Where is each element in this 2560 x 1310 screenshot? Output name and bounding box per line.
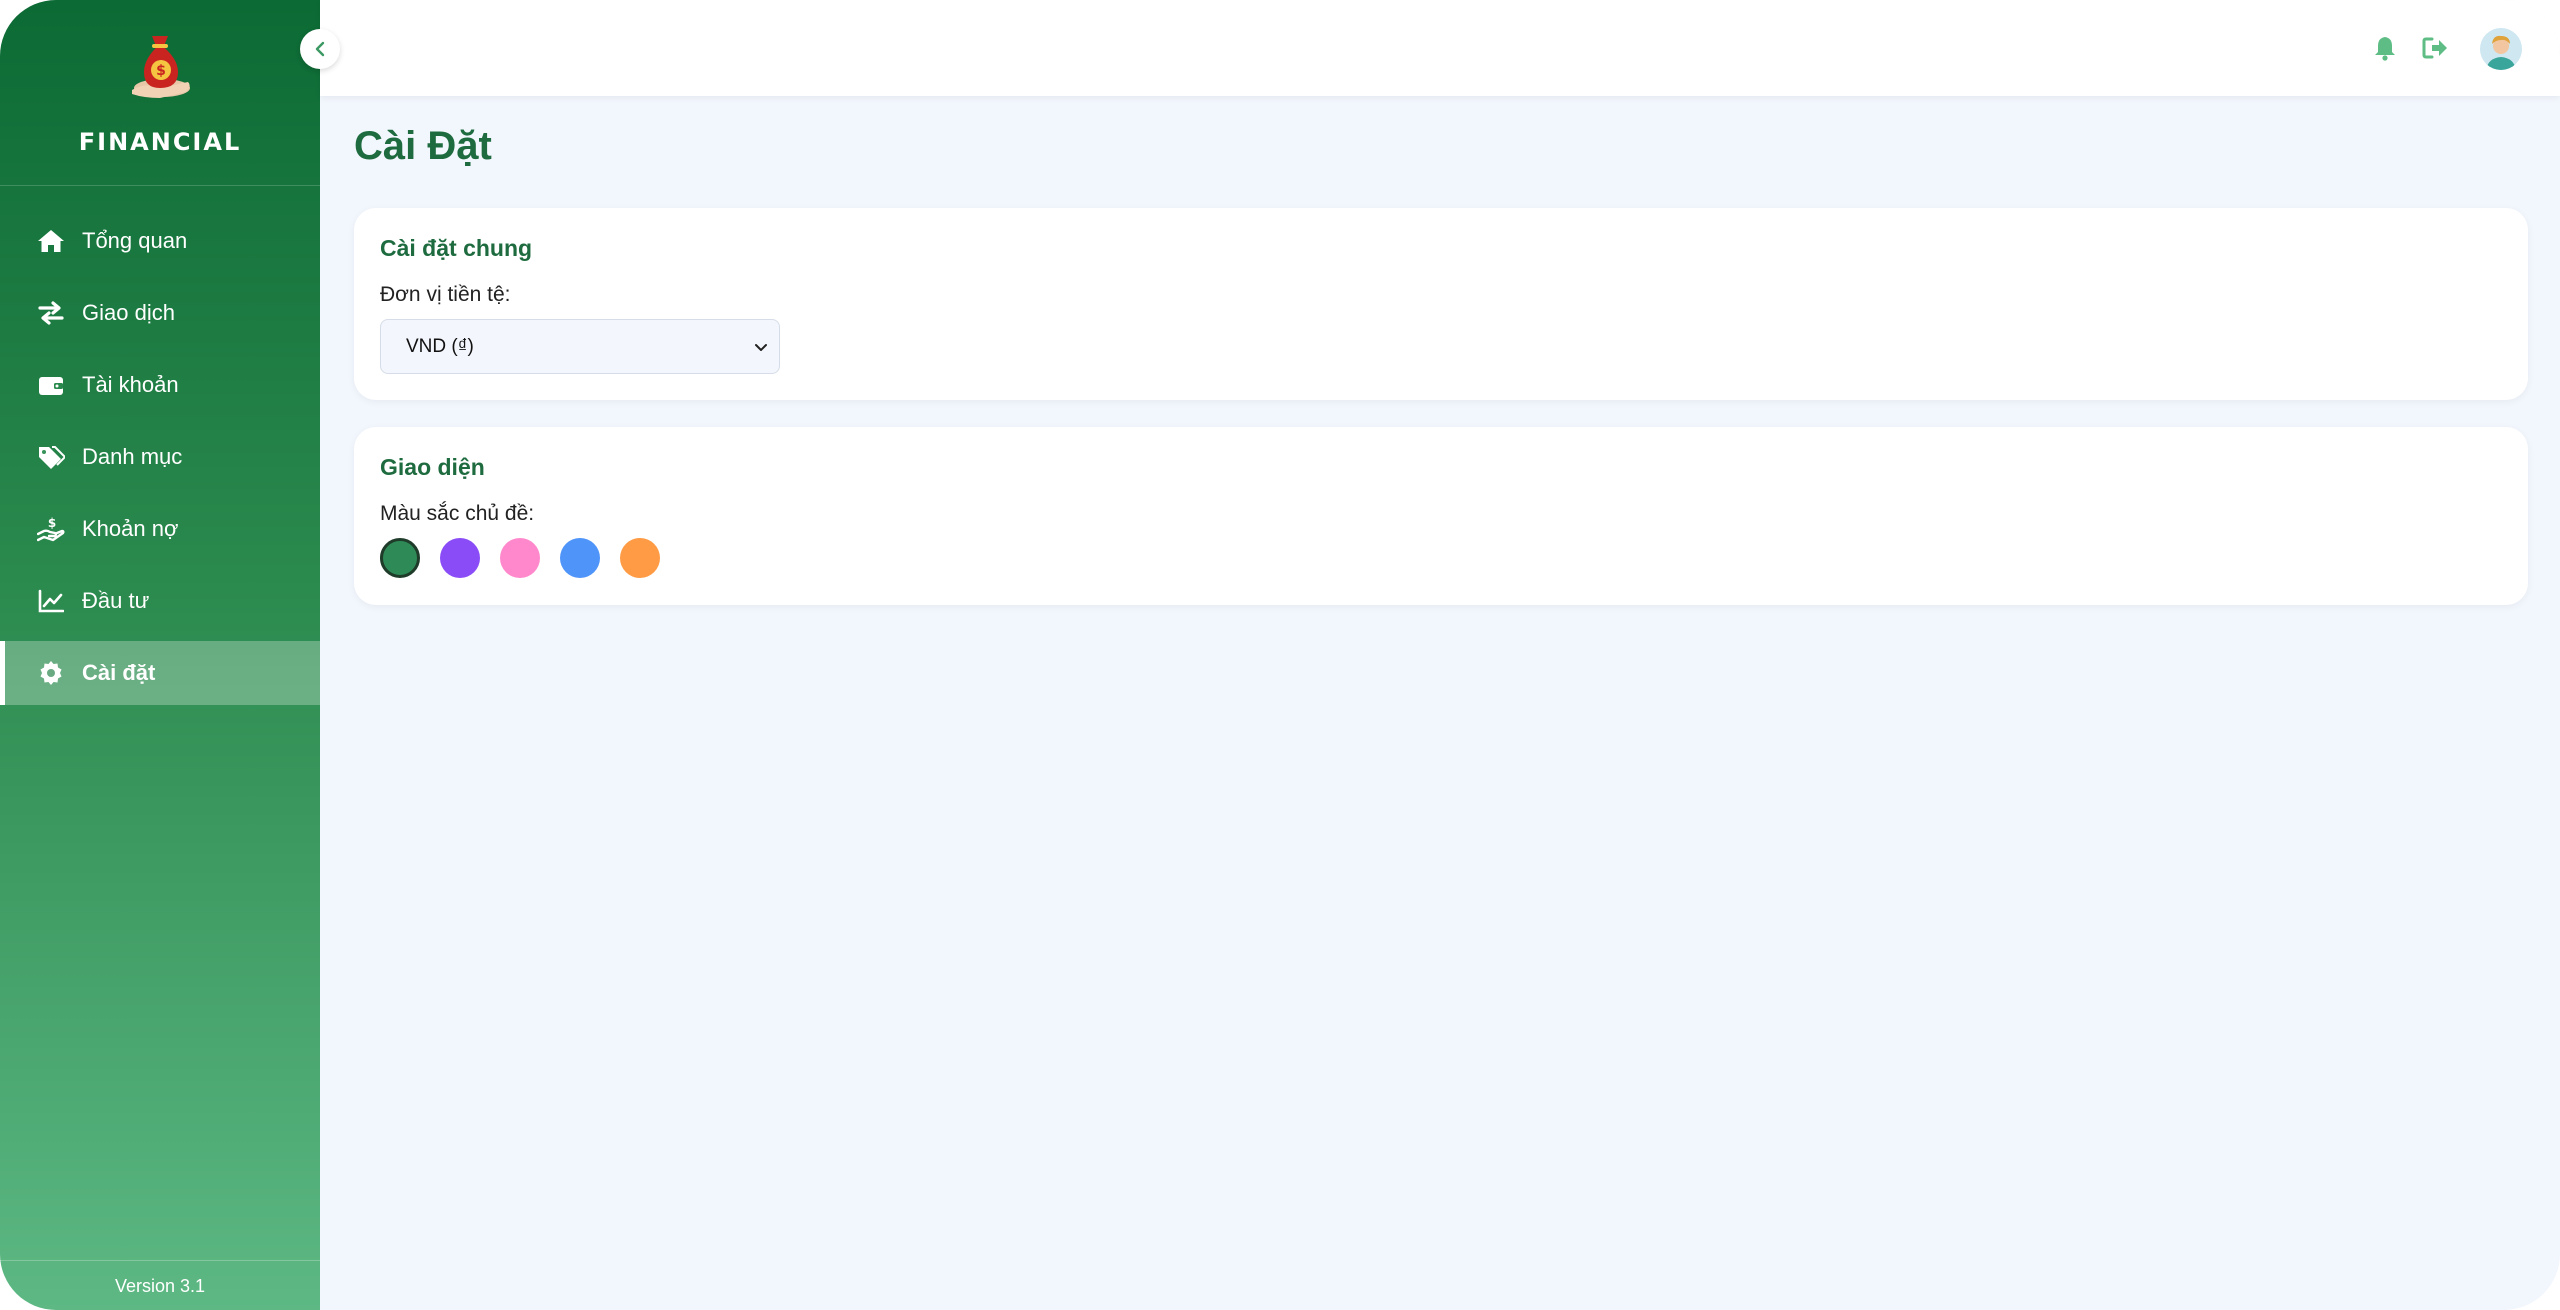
transfer-arrows-icon xyxy=(36,298,66,328)
theme-color-swatches xyxy=(380,538,680,578)
sidebar-item-khoan-no[interactable]: $ Khoản nợ xyxy=(0,497,320,561)
sidebar-item-danh-muc[interactable]: Danh mục xyxy=(0,425,320,489)
bell-icon[interactable] xyxy=(2370,33,2400,63)
sidebar: $ FINANCIAL Tổng quan Giao dịch Tài khoả… xyxy=(0,0,320,1310)
currency-select[interactable]: VND (₫) xyxy=(380,319,780,374)
sidebar-item-label: Giao dịch xyxy=(82,300,175,325)
line-chart-icon xyxy=(36,586,66,616)
wallet-icon xyxy=(36,370,66,400)
hand-holding-dollar-icon: $ xyxy=(36,514,66,544)
tags-icon xyxy=(36,442,66,472)
sidebar-item-label: Tài khoản xyxy=(82,372,179,397)
gear-icon xyxy=(36,658,66,688)
brand-name: FINANCIAL xyxy=(78,128,242,156)
sidebar-item-dau-tu[interactable]: Đầu tư xyxy=(0,569,320,633)
svg-text:$: $ xyxy=(48,516,56,530)
sidebar-item-label: Khoản nợ xyxy=(82,516,179,541)
sidebar-item-label: Danh mục xyxy=(82,444,183,469)
appearance-card: Giao diện Màu sắc chủ đề: xyxy=(354,427,2528,605)
currency-label: Đơn vị tiền tệ: xyxy=(380,283,511,306)
sidebar-item-cai-dat[interactable]: Cài đặt xyxy=(0,641,320,705)
general-settings-title: Cài đặt chung xyxy=(380,235,533,261)
brand: $ FINANCIAL xyxy=(0,0,320,186)
avatar[interactable] xyxy=(2480,28,2522,70)
chevron-down-icon xyxy=(755,344,767,351)
appearance-title: Giao diện xyxy=(380,454,485,480)
money-bag-logo-icon: $ xyxy=(132,36,190,98)
sidebar-item-tong-quan[interactable]: Tổng quan xyxy=(0,209,320,273)
logout-icon[interactable] xyxy=(2420,33,2450,63)
theme-color-swatch[interactable] xyxy=(380,538,420,578)
currency-select-value: VND (₫) xyxy=(406,335,474,357)
sidebar-item-giao-dich[interactable]: Giao dịch xyxy=(0,281,320,345)
theme-color-label: Màu sắc chủ đề: xyxy=(380,502,535,525)
page-title: Cài Đặt xyxy=(354,124,492,168)
sidebar-item-tai-khoan[interactable]: Tài khoản xyxy=(0,353,320,417)
sidebar-nav: Tổng quan Giao dịch Tài khoản Danh mục $… xyxy=(0,209,320,713)
sidebar-item-label: Đầu tư xyxy=(82,588,150,613)
svg-text:$: $ xyxy=(156,63,166,79)
home-icon xyxy=(36,226,66,256)
version-label: Version 3.1 xyxy=(0,1260,320,1310)
collapse-sidebar-button[interactable] xyxy=(300,29,340,69)
sidebar-item-label: Tổng quan xyxy=(82,228,188,253)
app-window: $ FINANCIAL Tổng quan Giao dịch Tài khoả… xyxy=(0,0,2560,1310)
theme-color-swatch[interactable] xyxy=(560,538,600,578)
chevron-left-icon xyxy=(315,41,325,57)
top-header xyxy=(320,0,2560,96)
theme-color-swatch[interactable] xyxy=(440,538,480,578)
sidebar-item-label: Cài đặt xyxy=(82,660,156,685)
general-settings-card: Cài đặt chung Đơn vị tiền tệ: VND (₫) xyxy=(354,208,2528,400)
theme-color-swatch[interactable] xyxy=(500,538,540,578)
theme-color-swatch[interactable] xyxy=(620,538,660,578)
